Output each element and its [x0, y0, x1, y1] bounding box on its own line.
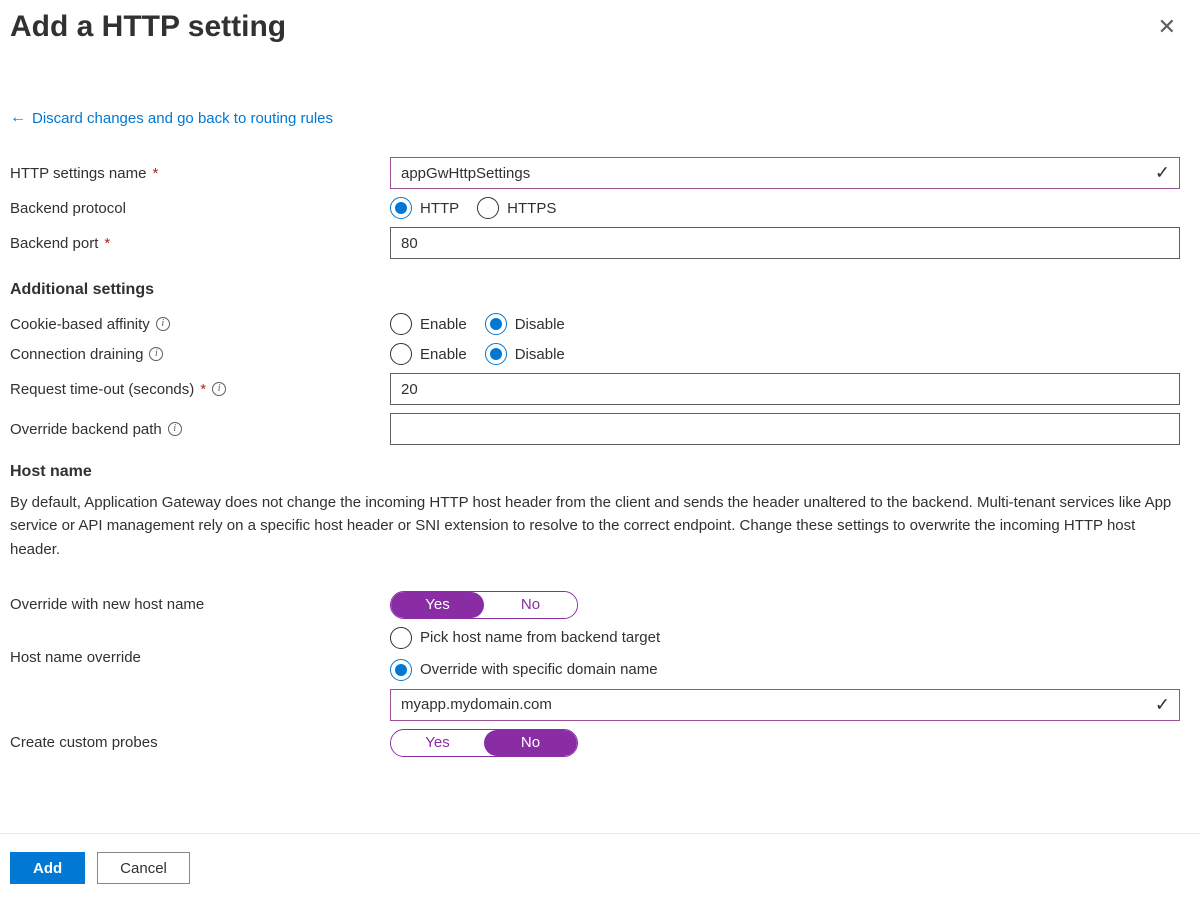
toggle-yes[interactable]: Yes: [391, 730, 484, 756]
toggle-override-hostname[interactable]: Yes No: [390, 591, 578, 619]
label-backend-port: Backend port*: [10, 235, 390, 252]
info-icon[interactable]: i: [212, 382, 226, 396]
info-icon[interactable]: i: [156, 317, 170, 331]
radio-icon: [477, 197, 499, 219]
radio-cookie-disable[interactable]: Disable: [485, 313, 565, 335]
label-http-settings-name: HTTP settings name*: [10, 165, 390, 182]
page-title: Add a HTTP setting: [10, 10, 286, 44]
required-asterisk: *: [152, 165, 158, 182]
back-link-label: Discard changes and go back to routing r…: [32, 110, 333, 127]
required-asterisk: *: [200, 381, 206, 398]
toggle-yes[interactable]: Yes: [391, 592, 484, 618]
radio-http[interactable]: HTTP: [390, 197, 459, 219]
radio-icon-selected: [390, 197, 412, 219]
label-backend-protocol: Backend protocol: [10, 200, 390, 217]
radio-icon: [390, 343, 412, 365]
host-name-description: By default, Application Gateway does not…: [10, 491, 1180, 561]
request-timeout-input[interactable]: [390, 373, 1180, 405]
radio-icon: [390, 627, 412, 649]
http-settings-name-input[interactable]: [390, 157, 1180, 189]
domain-name-input[interactable]: [390, 689, 1180, 721]
radio-icon: [390, 313, 412, 335]
label-request-timeout: Request time-out (seconds)* i: [10, 381, 390, 398]
radio-http-label: HTTP: [420, 200, 459, 217]
radio-https-label: HTTPS: [507, 200, 556, 217]
radio-icon-selected: [390, 659, 412, 681]
override-backend-path-input[interactable]: [390, 413, 1180, 445]
radio-drain-disable[interactable]: Disable: [485, 343, 565, 365]
toggle-custom-probes[interactable]: Yes No: [390, 729, 578, 757]
radio-https[interactable]: HTTPS: [477, 197, 556, 219]
checkmark-icon: ✓: [1155, 694, 1170, 715]
cancel-button[interactable]: Cancel: [97, 852, 190, 884]
info-icon[interactable]: i: [149, 347, 163, 361]
toggle-no[interactable]: No: [484, 592, 577, 618]
toggle-no[interactable]: No: [484, 730, 577, 756]
label-create-custom-probes: Create custom probes: [10, 734, 390, 751]
close-icon[interactable]: ✕: [1144, 10, 1190, 44]
label-host-name-override: Host name override: [10, 627, 390, 666]
label-override-backend-path: Override backend path i: [10, 421, 390, 438]
radio-drain-enable[interactable]: Enable: [390, 343, 467, 365]
backend-port-input[interactable]: [390, 227, 1180, 259]
checkmark-icon: ✓: [1155, 163, 1170, 184]
label-cookie-affinity: Cookie-based affinity i: [10, 316, 390, 333]
radio-override-domain[interactable]: Override with specific domain name: [390, 659, 660, 681]
section-additional-settings: Additional settings: [10, 281, 1190, 299]
section-host-name: Host name: [10, 463, 1190, 481]
required-asterisk: *: [104, 235, 110, 252]
arrow-left-icon: ←: [10, 109, 26, 127]
label-override-new-host-name: Override with new host name: [10, 596, 390, 613]
radio-icon-selected: [485, 313, 507, 335]
radio-icon-selected: [485, 343, 507, 365]
back-link[interactable]: ← Discard changes and go back to routing…: [10, 109, 1190, 127]
info-icon[interactable]: i: [168, 422, 182, 436]
radio-pick-host-name[interactable]: Pick host name from backend target: [390, 627, 660, 649]
radio-cookie-enable[interactable]: Enable: [390, 313, 467, 335]
label-connection-draining: Connection draining i: [10, 346, 390, 363]
add-button[interactable]: Add: [10, 852, 85, 884]
